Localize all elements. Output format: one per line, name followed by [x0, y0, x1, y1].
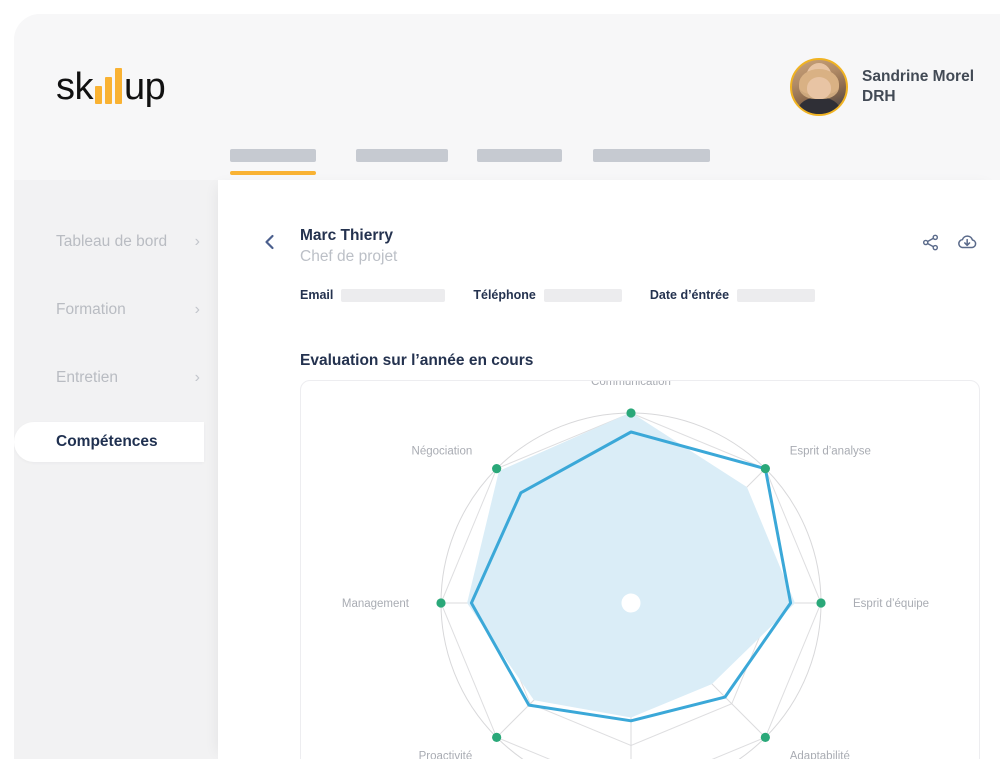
radar-target-marker: [761, 733, 770, 742]
tab-label-placeholder: [356, 149, 448, 162]
info-fields: Email Téléphone Date d’éntrée: [300, 288, 815, 302]
chevron-right-icon: ›: [195, 234, 200, 250]
skillup-logo[interactable]: sk up: [56, 62, 165, 106]
sidebar-item-label: Tableau de bord: [56, 233, 167, 251]
chevron-right-icon: ›: [195, 302, 200, 318]
action-toolbar: [921, 232, 978, 252]
logo-text-suffix: up: [124, 68, 165, 106]
person-job-title: Chef de projet: [300, 247, 397, 268]
field-date-entree: Date d’éntrée: [650, 288, 815, 302]
radar-axis-label: Négociation: [412, 445, 473, 457]
radar-chart: Communication Esprit d’analyse Esprit d’éq…: [301, 381, 980, 759]
radar-axis-label: Esprit d’analyse: [790, 445, 871, 457]
radar-axis-label: Management: [342, 598, 410, 610]
tab-active-indicator: [230, 171, 316, 175]
tab-label-placeholder: [230, 149, 316, 162]
sidebar-item-label: Entretien: [56, 369, 118, 387]
radar-axis-label: Adaptabilité: [790, 751, 850, 759]
user-menu[interactable]: Sandrine Morel DRH: [790, 58, 974, 116]
field-label: Date d’éntrée: [650, 288, 729, 302]
radar-target-marker: [436, 598, 445, 607]
radar-chart-card: Communication Esprit d’analyse Esprit d’éq…: [300, 380, 980, 759]
chevron-left-icon: [260, 232, 280, 252]
back-button[interactable]: [260, 232, 280, 252]
share-button[interactable]: [921, 233, 940, 252]
top-bar: sk up Sandrine Morel DRH: [14, 14, 1000, 140]
sidebar-item-formation[interactable]: Formation ›: [14, 292, 218, 328]
field-email: Email: [300, 288, 445, 302]
person-header: Marc Thierry Chef de projet: [300, 226, 397, 268]
logo-bars-icon: [95, 68, 122, 104]
tab-bar: [215, 140, 1000, 180]
radar-target-marker: [816, 598, 825, 607]
tab-label-placeholder: [477, 149, 562, 162]
app-window: sk up Sandrine Morel DRH: [14, 14, 1000, 759]
chart-title: Evaluation sur l’année en cours: [300, 352, 533, 370]
radar-axis-label: Communication: [591, 381, 671, 388]
sidebar-item-tableau-de-bord[interactable]: Tableau de bord ›: [14, 224, 218, 260]
sidebar-item-competences[interactable]: Compétences: [14, 422, 204, 462]
page-title: Marc Thierry: [300, 226, 397, 247]
radar-target-marker: [492, 733, 501, 742]
tab-item-1[interactable]: [356, 140, 448, 180]
radar-center-dot: [622, 594, 640, 612]
chevron-right-icon: ›: [195, 370, 200, 386]
download-button[interactable]: [956, 232, 978, 252]
sidebar-item-label: Formation: [56, 301, 126, 319]
field-value-placeholder: [341, 289, 445, 302]
share-icon: [921, 233, 940, 252]
radar-target-marker: [492, 464, 501, 473]
main-content: Marc Thierry Chef de projet: [218, 180, 1000, 759]
radar-target-marker: [761, 464, 770, 473]
avatar[interactable]: [790, 58, 848, 116]
field-label: Téléphone: [473, 288, 536, 302]
sidebar-item-entretien[interactable]: Entretien ›: [14, 360, 218, 396]
field-value-placeholder: [544, 289, 622, 302]
tab-item-0[interactable]: [230, 140, 316, 180]
sidebar-item-label: Compétences: [56, 433, 158, 451]
radar-axis-label: Esprit d’équipe: [853, 598, 929, 610]
field-telephone: Téléphone: [473, 288, 622, 302]
field-value-placeholder: [737, 289, 815, 302]
radar-target-marker: [626, 408, 635, 417]
tab-label-placeholder: [593, 149, 710, 162]
tab-item-3[interactable]: [593, 140, 710, 180]
sidebar: Tableau de bord › Formation › Entretien …: [14, 180, 218, 759]
tab-item-2[interactable]: [477, 140, 562, 180]
user-name: Sandrine Morel: [862, 67, 974, 87]
radar-axis-label: Proactivité: [419, 751, 473, 759]
cloud-download-icon: [956, 232, 978, 252]
logo-text-prefix: sk: [56, 68, 93, 106]
field-label: Email: [300, 288, 333, 302]
user-info: Sandrine Morel DRH: [862, 67, 974, 108]
user-role: DRH: [862, 87, 974, 107]
